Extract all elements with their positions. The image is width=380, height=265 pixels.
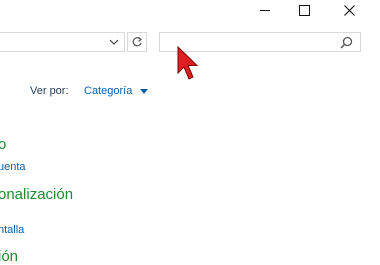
maximize-button[interactable] — [282, 0, 327, 20]
view-by-label: Ver por: — [30, 85, 69, 97]
refresh-button[interactable] — [127, 32, 147, 52]
mouse-cursor-icon — [177, 46, 199, 80]
category-link[interactable]: uenta — [0, 161, 26, 173]
minimize-button[interactable] — [242, 0, 287, 20]
category-title[interactable]: ión — [0, 248, 18, 265]
category-title[interactable]: onalización — [0, 186, 73, 203]
address-bar[interactable] — [0, 32, 125, 52]
chevron-down-icon[interactable] — [108, 37, 120, 47]
minimize-icon — [259, 9, 270, 11]
maximize-icon — [299, 4, 310, 16]
category-link[interactable]: ntalla — [0, 224, 24, 236]
close-icon — [344, 4, 355, 16]
caret-down-icon[interactable] — [140, 89, 148, 94]
refresh-icon — [132, 37, 142, 47]
search-icon[interactable] — [340, 36, 353, 49]
view-by-dropdown[interactable]: Categoría — [84, 85, 132, 97]
close-button[interactable] — [327, 0, 372, 20]
category-title[interactable]: o — [0, 136, 6, 153]
